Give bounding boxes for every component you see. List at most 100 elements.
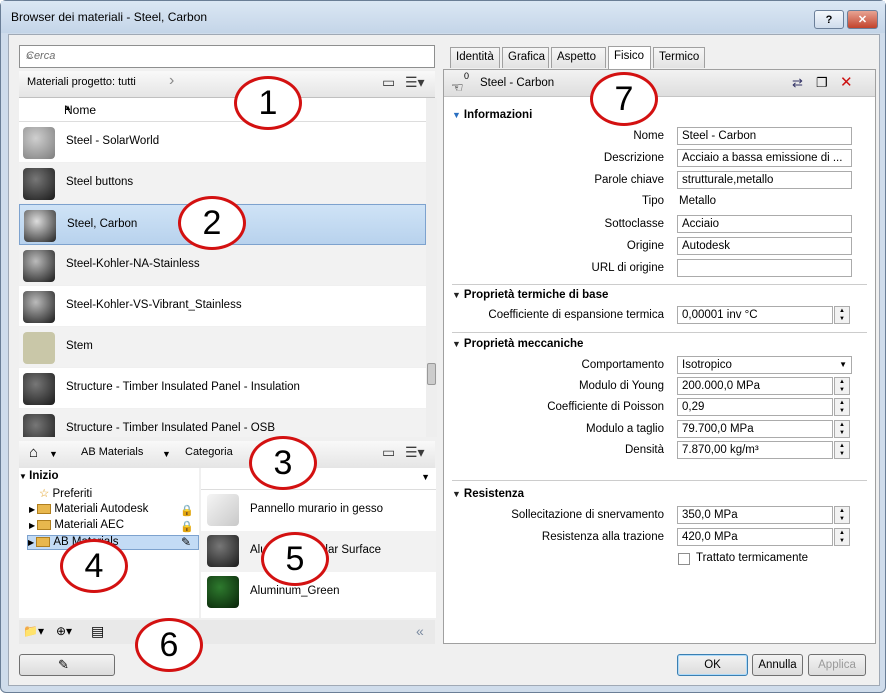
list-header[interactable]: ▼ [201,468,436,490]
material-thumbnail [24,210,56,242]
section-strength[interactable]: ▼ Resistenza [452,488,524,500]
collapse-icon[interactable]: ▼ [19,472,29,481]
tab-fisico[interactable]: Fisico [608,46,651,69]
spinner-arrows[interactable]: ▲ ▼ [834,306,850,324]
collapse-icon[interactable]: ▼ [452,489,461,499]
toggle-panel-icon[interactable]: ▭ [382,444,395,461]
description-field[interactable]: Acciaio a bassa emissione di ... [677,149,852,167]
tree-root[interactable]: ▼ Inizio [19,470,59,485]
tree-item-favorites[interactable]: ☆ Preferiti [39,486,92,501]
collapse-icon[interactable]: ▼ [452,339,461,349]
material-name: Structure - Timber Insulated Panel - Ins… [66,381,300,393]
divider [452,480,867,481]
cancel-button[interactable]: Annulla [752,654,803,676]
poisson-ratio-field[interactable]: 0,29 [677,398,833,416]
asset-editor-toggle-icon[interactable]: ▤ [91,623,104,640]
list-item[interactable]: Pannello murario in gesso [201,490,436,531]
keywords-field[interactable]: strutturale,metallo [677,171,852,189]
spinner-arrows[interactable]: ▲ ▼ [834,420,850,438]
young-modulus-field[interactable]: 200.000,0 MPa [677,377,833,395]
home-icon[interactable]: ⌂ [29,444,38,461]
tree-item-aec[interactable]: ▶ Materiali AEC [29,519,124,534]
callout-5: 5 [261,532,329,586]
project-materials-list: Nome ▲ Steel - SolarWorld Steel buttons … [19,98,426,437]
field-label: Nome [633,130,664,142]
expand-icon[interactable]: ▶ [29,521,37,530]
spinner-arrows[interactable]: ▲ ▼ [834,377,850,395]
list-item[interactable]: Steel-Kohler-NA-Stainless [19,245,426,286]
list-item[interactable]: Steel-Kohler-VS-Vibrant_Stainless [19,286,426,327]
yield-strength-field[interactable]: 350,0 MPa [677,506,833,524]
list-item[interactable]: Structure - Timber Insulated Panel - OSB [19,409,426,437]
section-thermal[interactable]: ▼ Proprietà termiche di base [452,289,608,301]
open-asset-browser-button[interactable]: ✎ [19,654,115,676]
thermal-expansion-field[interactable]: 0,00001 inv °C [677,306,833,324]
view-options-icon[interactable]: ☰▾ [405,74,425,91]
material-thumbnail [23,414,55,437]
folder-icon [37,503,52,514]
breadcrumb-category[interactable]: Categoria [185,446,233,458]
toggle-panel-icon[interactable]: ▭ [382,74,395,91]
name-field[interactable]: Steel - Carbon [677,127,852,145]
close-button[interactable]: ✕ [847,10,878,29]
spinner-arrows[interactable]: ▲ ▼ [834,441,850,459]
expand-icon[interactable]: ▶ [29,505,37,514]
chevron-down-icon[interactable]: ▼ [49,449,58,459]
subclass-field[interactable]: Acciaio [677,215,852,233]
field-label: Coefficiente di Poisson [547,401,664,413]
create-material-icon[interactable]: ⊕▾ [56,624,72,638]
type-value: Metallo [679,195,717,207]
apply-button[interactable]: Applica [808,654,866,676]
spinner-arrows[interactable]: ▲ ▼ [834,528,850,546]
spinner-arrows[interactable]: ▲ ▼ [834,398,850,416]
help-button[interactable]: ? [814,10,844,29]
material-browser-window: Browser dei materiali - Steel, Carbon ? … [0,0,886,693]
field-label: Comportamento [581,359,664,371]
view-options-icon[interactable]: ☰▾ [405,444,425,461]
list-header[interactable]: Nome ▲ [19,98,426,122]
tab-aspetto[interactable]: Aspetto [551,47,606,68]
library-menu-icon[interactable]: 📁▾ [23,624,44,638]
spinner-arrows[interactable]: ▲ ▼ [834,506,850,524]
section-informazioni[interactable]: ▼ Informazioni [452,109,532,121]
replace-asset-icon[interactable]: ⇄ [792,75,803,91]
field-label: Sottoclasse [604,218,664,230]
scrollbar-thumb[interactable] [427,363,436,385]
chevron-down-icon[interactable]: ▼ [421,472,430,482]
tree-item-autodesk[interactable]: ▶ Materiali Autodesk [29,503,148,518]
delete-asset-icon[interactable]: ✕ [840,73,853,91]
material-thumbnail [207,494,239,526]
heat-treated-checkbox[interactable] [678,553,690,565]
ok-button[interactable]: OK [677,654,748,676]
pencil-icon[interactable]: ✎ [181,535,191,549]
list-item[interactable]: Structure - Timber Insulated Panel - Ins… [19,368,426,409]
density-field[interactable]: 7.870,00 kg/m³ [677,441,833,459]
callout-7: 7 [590,72,658,126]
section-mechanical[interactable]: ▼ Proprietà meccaniche [452,338,583,350]
list-scrollbar[interactable] [426,98,437,437]
hand-icon: ☜ [451,79,464,95]
source-url-field[interactable] [677,259,852,277]
expand-icon[interactable]: ▶ [28,538,36,547]
tab-grafica[interactable]: Grafica [502,47,549,68]
collapse-icon[interactable]: ▼ [452,110,461,120]
tab-termico[interactable]: Termico [653,47,705,68]
search-icon[interactable]: ⌕ [26,50,430,63]
library-filter-breadcrumb[interactable]: Materiali progetto: tutti [27,76,136,88]
collapse-panel-icon[interactable]: « [416,623,424,639]
duplicate-asset-icon[interactable]: ❐ [816,75,828,91]
chevron-down-icon[interactable]: ▼ [839,360,847,369]
list-item[interactable]: Stem [19,327,426,368]
list-item[interactable]: Steel - SolarWorld [19,122,426,163]
chevron-down-icon[interactable]: ▼ [162,449,171,459]
field-label: Tipo [642,195,664,207]
tab-identita[interactable]: Identità [450,47,500,68]
source-field[interactable]: Autodesk [677,237,852,255]
tensile-strength-field[interactable]: 420,0 MPa [677,528,833,546]
asset-header: ☜ 0 Steel - Carbon ⇄ ❐ ✕ [444,70,875,97]
search-input[interactable]: Cerca ⌕ [19,45,435,68]
behavior-select[interactable]: Isotropico ▼ [677,356,852,374]
collapse-icon[interactable]: ▼ [452,290,461,300]
breadcrumb-library[interactable]: AB Materials [81,446,143,458]
shear-modulus-field[interactable]: 79.700,0 MPa [677,420,833,438]
